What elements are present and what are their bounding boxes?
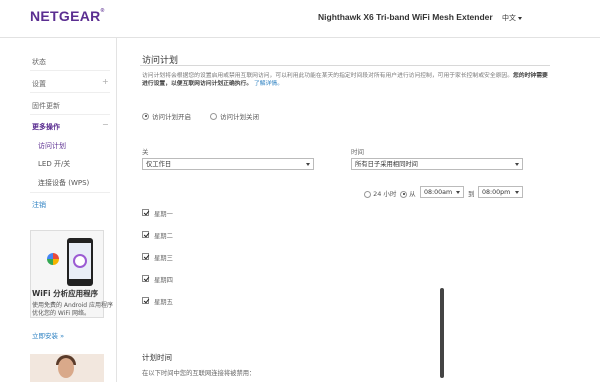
friday-checkbox[interactable]: [142, 297, 149, 304]
schedule-off-radio[interactable]: [210, 112, 217, 120]
product-name: Nighthawk X6 Tri-band WiFi Mesh Extender: [318, 12, 493, 22]
phone-icon: [67, 238, 93, 286]
expand-icon[interactable]: +: [102, 77, 109, 86]
schedule-section-title: 计划时间: [142, 353, 172, 362]
thursday-checkbox[interactable]: [142, 275, 149, 282]
learn-more-link[interactable]: 了解详情。: [254, 81, 283, 87]
tuesday-label: 星期二: [154, 233, 173, 240]
from-radio[interactable]: [400, 190, 407, 198]
sidebar-item-led-toggle[interactable]: LED 开/关: [38, 159, 70, 169]
wednesday-checkbox[interactable]: [142, 253, 149, 260]
sidebar-item-status[interactable]: 状态: [32, 57, 46, 67]
install-now-link[interactable]: 立即安装 »: [32, 330, 64, 340]
support-agent-image[interactable]: [30, 354, 104, 382]
sidebar-item-firmware-update[interactable]: 固件更新: [32, 101, 60, 111]
sidebar-divider: [30, 70, 110, 71]
time-mode-select[interactable]: 所有日子采用相同时间: [351, 158, 523, 170]
chevron-down-icon: [518, 16, 522, 20]
sidebar-item-more-actions[interactable]: 更多操作: [32, 122, 60, 132]
chevron-down-icon: [515, 163, 519, 166]
schedule-off-option[interactable]: 访问计划关闭: [210, 111, 259, 121]
wednesday-label: 星期三: [154, 255, 173, 262]
intro-text: 访问计划将会根据您的设置启用或禁用互联网访问，可以利用此功能在某天的指定时间段对…: [142, 73, 548, 88]
monday-checkbox[interactable]: [142, 209, 149, 216]
sidebar-item-access-schedule[interactable]: 访问计划: [38, 141, 66, 151]
language-selector[interactable]: 中文: [502, 13, 522, 23]
sidebar-divider: [30, 192, 110, 193]
logout-link[interactable]: 注销: [32, 200, 46, 210]
page-scrollbar[interactable]: [440, 288, 444, 378]
all-day-option[interactable]: 24 小时: [364, 188, 396, 198]
chevron-down-icon: [456, 191, 460, 194]
to-label: 到: [468, 190, 475, 198]
sidebar-divider: [30, 114, 110, 115]
to-time-select[interactable]: 08:00pm: [478, 186, 523, 198]
chevron-down-icon: [515, 191, 519, 194]
tuesday-checkbox[interactable]: [142, 231, 149, 238]
monday-label: 星期一: [154, 211, 173, 218]
sidebar-divider: [30, 92, 110, 93]
sidebar-item-connect-device-wps[interactable]: 连接设备 (WPS): [38, 178, 89, 188]
all-day-radio[interactable]: [364, 190, 371, 198]
schedule-section-text: 在以下时间中您的互联网连接将被禁用：: [142, 370, 256, 377]
promo-description: 使用免费的 Android 应用程序优化您的 WiFi 网络。: [32, 302, 114, 318]
thursday-label: 星期四: [154, 277, 173, 284]
off-days-select[interactable]: 仅工作日: [142, 158, 314, 170]
promo-title: WiFi 分析应用程序: [32, 289, 99, 298]
from-time-select[interactable]: 08:00am: [420, 186, 464, 198]
from-option[interactable]: 从: [400, 188, 416, 198]
title-divider: [140, 65, 550, 66]
friday-label: 星期五: [154, 299, 173, 306]
schedule-on-option[interactable]: 访问计划开启: [142, 111, 191, 121]
netgear-logo[interactable]: NETGEAR®: [30, 8, 105, 24]
wifi-analytics-app-icon: [47, 253, 59, 265]
off-label: 关: [142, 148, 149, 156]
main-content: 访问计划 访问计划将会根据您的设置启用或禁用互联网访问，可以利用此功能在某天的指…: [118, 38, 600, 382]
collapse-icon[interactable]: −: [102, 120, 109, 129]
sidebar-item-settings[interactable]: 设置: [32, 79, 46, 89]
time-label: 时间: [351, 148, 364, 156]
chevron-down-icon: [306, 163, 310, 166]
schedule-on-radio[interactable]: [142, 112, 149, 120]
header-bar: NETGEAR® Nighthawk X6 Tri-band WiFi Mesh…: [0, 0, 600, 36]
